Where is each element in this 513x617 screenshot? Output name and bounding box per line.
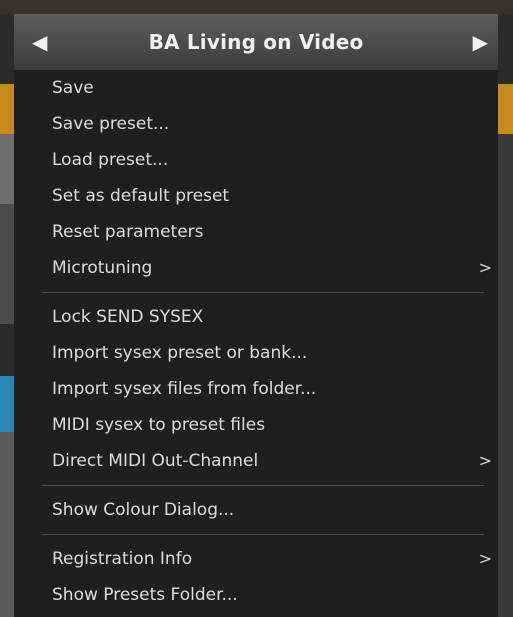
background-app-strip: [0, 134, 14, 204]
submenu-chevron-icon: >: [478, 258, 492, 277]
background-app-strip: [0, 376, 14, 432]
menu-item-label: Import sysex preset or bank...: [52, 343, 308, 363]
menu-item-label: Show Colour Dialog...: [52, 500, 235, 520]
menu-separator: [14, 286, 498, 299]
menu-item-label: Lock SEND SYSEX: [52, 307, 204, 327]
preset-title: BA Living on Video: [148, 30, 364, 54]
menu-item-label: Save preset...: [52, 114, 170, 134]
menu-item-reset-parameters[interactable]: Reset parameters: [14, 214, 498, 250]
menu-item-midi-sysex-to-preset-files[interactable]: MIDI sysex to preset files: [14, 407, 498, 443]
background-app-strip: [0, 0, 513, 14]
menu-item-label: Set as default preset: [52, 186, 230, 206]
menu-item-label: Save: [52, 78, 94, 98]
menu-item-label: Microtuning: [52, 258, 153, 278]
menu-item-save-preset[interactable]: Save preset...: [14, 106, 498, 142]
background-app-strip: [498, 84, 513, 134]
menu-header: ◀ BA Living on Video ▶: [14, 14, 498, 70]
background-app-strip: [498, 134, 513, 617]
menu-item-show-colour-dialog[interactable]: Show Colour Dialog...: [14, 492, 498, 528]
context-menu: ◀ BA Living on Video ▶ Save Save preset.…: [14, 14, 498, 617]
menu-item-save[interactable]: Save: [14, 70, 498, 106]
next-preset-arrow-icon[interactable]: ▶: [473, 14, 488, 70]
background-app-strip: [0, 84, 14, 134]
menu-item-label: Import sysex files from folder...: [52, 379, 317, 399]
menu-item-set-default-preset[interactable]: Set as default preset: [14, 178, 498, 214]
menu-item-label: Registration Info: [52, 549, 193, 569]
menu-item-show-presets-folder[interactable]: Show Presets Folder...: [14, 577, 498, 613]
menu-item-label: Load preset...: [52, 150, 169, 170]
submenu-chevron-icon: >: [478, 549, 492, 568]
menu-item-import-sysex-preset-or-bank[interactable]: Import sysex preset or bank...: [14, 335, 498, 371]
menu-item-lock-send-sysex[interactable]: Lock SEND SYSEX: [14, 299, 498, 335]
menu-item-label: MIDI sysex to preset files: [52, 415, 266, 435]
submenu-chevron-icon: >: [478, 451, 492, 470]
background-app-strip: [0, 204, 14, 324]
menu-item-label: Reset parameters: [52, 222, 204, 242]
menu-item-load-preset[interactable]: Load preset...: [14, 142, 498, 178]
menu-separator: [14, 528, 498, 541]
menu-items: Save Save preset... Load preset... Set a…: [14, 70, 498, 613]
menu-item-registration-info[interactable]: Registration Info >: [14, 541, 498, 577]
menu-item-import-sysex-files-from-folder[interactable]: Import sysex files from folder...: [14, 371, 498, 407]
menu-item-label: Direct MIDI Out-Channel: [52, 451, 259, 471]
menu-item-direct-midi-out-channel[interactable]: Direct MIDI Out-Channel >: [14, 443, 498, 479]
background-app-strip: [0, 432, 14, 617]
menu-item-microtuning[interactable]: Microtuning >: [14, 250, 498, 286]
menu-separator: [14, 479, 498, 492]
menu-item-label: Show Presets Folder...: [52, 585, 238, 605]
